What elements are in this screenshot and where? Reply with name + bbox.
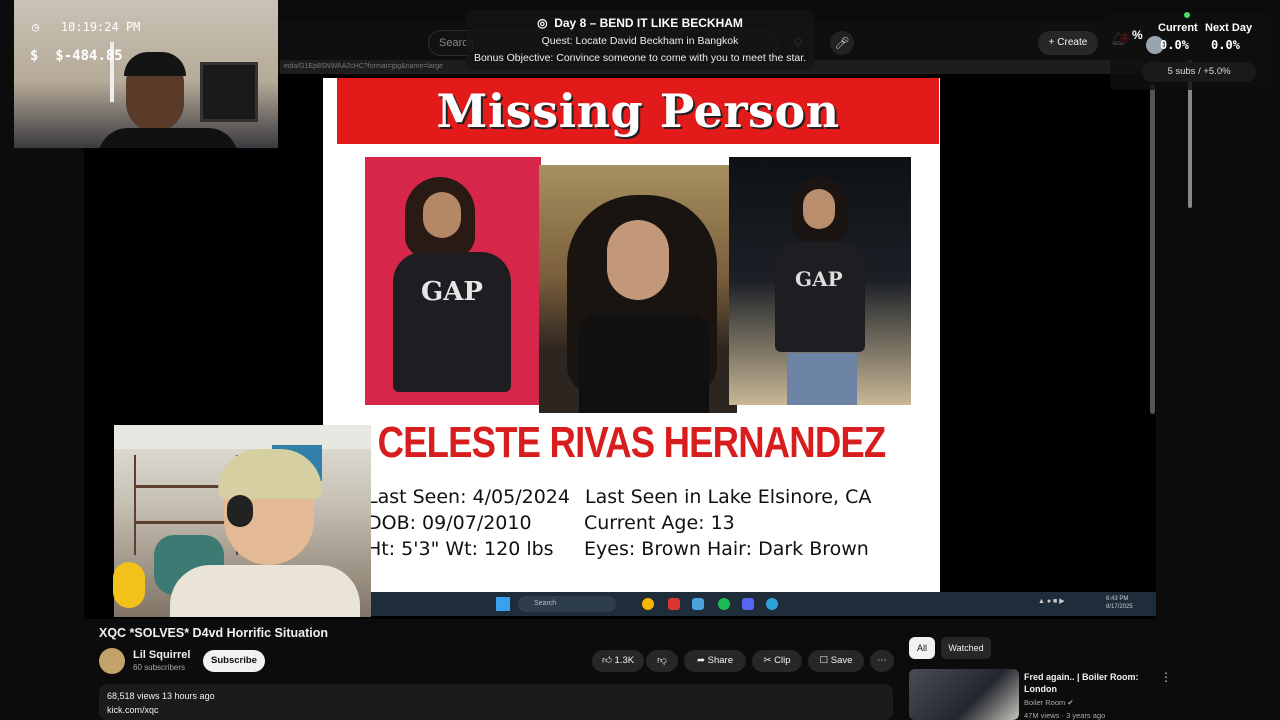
- video-scrollbar[interactable]: [1150, 84, 1155, 414]
- current-value: 0.0%: [1160, 38, 1189, 52]
- dislike-button[interactable]: 👎︎: [646, 650, 678, 672]
- video-title: XQC *SOLVES* D4vd Horrific Situation: [99, 626, 328, 640]
- recommended-meta: 47M views · 3 years ago: [1024, 711, 1106, 720]
- streamer-shirt: [98, 128, 238, 148]
- poster-name: CELESTE RIVAS HERNANDEZ: [377, 418, 887, 467]
- clip-button[interactable]: ✂ Clip: [752, 650, 802, 672]
- channel-subscribers: 60 subscribers: [133, 663, 186, 672]
- next-day-value: 0.0%: [1211, 38, 1240, 52]
- quest-overlay: ◎ Day 8 – BEND IT LIKE BECKHAM Quest: Lo…: [466, 10, 814, 70]
- poster-current-age: Current Age: 13: [584, 512, 735, 534]
- spotify-icon: [718, 598, 730, 610]
- microphone-icon[interactable]: 🎤︎: [830, 31, 854, 55]
- share-icon: ➦: [697, 655, 708, 666]
- wall-frame: [200, 62, 258, 122]
- clock-readout: ◷ 10:19:24 PM: [32, 20, 140, 34]
- windows-taskbar: Search ▲ ● ■ ▶ 6:43 PM 8/17/2025: [370, 592, 1156, 616]
- kebab-menu-icon[interactable]: ⋮: [1160, 670, 1172, 684]
- reactor-webcam: [114, 425, 371, 617]
- app-icon: [668, 598, 680, 610]
- thumbs-down-icon: 👎︎: [657, 655, 667, 666]
- view-count: 68,518 views 13 hours ago: [107, 691, 215, 701]
- create-button[interactable]: + Create: [1038, 31, 1098, 55]
- poster-dob: DOB: 09/07/2010: [367, 512, 532, 534]
- target-icon: ◎: [537, 16, 548, 30]
- money-readout: $ $-484.85: [30, 48, 123, 64]
- share-button[interactable]: ➦ Share: [684, 650, 746, 672]
- like-count: 1.3K: [614, 655, 635, 666]
- quest-title: ◎ Day 8 – BEND IT LIKE BECKHAM: [466, 16, 814, 30]
- clip-label: Clip: [774, 655, 791, 666]
- recommended-thumbnail[interactable]: [909, 669, 1019, 720]
- money-value: $-484.85: [55, 48, 123, 64]
- discord-icon: [742, 598, 754, 610]
- poster-title: Missing Person: [436, 84, 840, 138]
- steam-icon: [692, 598, 704, 610]
- bonus-objective: Bonus Objective: Convince someone to com…: [473, 52, 807, 64]
- clock-time: 10:19:24 PM: [60, 20, 141, 34]
- more-icon: ⋯: [877, 655, 887, 666]
- clock-icon: ◷: [32, 20, 40, 34]
- verified-icon: ✔: [1067, 698, 1074, 707]
- save-button[interactable]: ☐ Save: [808, 650, 864, 672]
- ceiling: [114, 425, 371, 449]
- chip-watched[interactable]: Watched: [941, 637, 991, 659]
- scissors-icon: ✂: [763, 655, 775, 666]
- percent-icon: %: [1132, 28, 1143, 42]
- browser-icon: [766, 598, 778, 610]
- plus-icon: +: [1048, 37, 1058, 48]
- streamer-hair: [124, 52, 186, 76]
- dollar-icon: $: [30, 48, 39, 64]
- more-actions-button[interactable]: ⋯: [870, 650, 894, 672]
- windows-start-icon: [496, 597, 510, 611]
- subs-readout: 5 subs / +5.0%: [1142, 62, 1256, 82]
- bookmark-icon: ☐: [819, 655, 831, 666]
- description-link[interactable]: kick.com/xqc: [107, 705, 159, 715]
- poster-eyes-hair: Eyes: Brown Hair: Dark Brown: [584, 538, 869, 560]
- poster-photo-1: GAP: [365, 157, 541, 405]
- chrome-icon: [642, 598, 654, 610]
- tray-icons: ▲ ● ■ ▶: [1038, 598, 1065, 605]
- tray-clock: 6:43 PM 8/17/2025: [1106, 596, 1133, 610]
- channel-name[interactable]: Lil Squirrel: [133, 649, 190, 661]
- quest-objective: Quest: Locate David Beckham in Bangkok: [541, 35, 739, 47]
- headphones-icon: [227, 495, 253, 527]
- channel-avatar[interactable]: [99, 648, 125, 674]
- like-button[interactable]: 👍︎ 1.3K: [592, 650, 644, 672]
- poster-height-weight: Ht: 5'3" Wt: 120 lbs: [367, 538, 554, 560]
- chip-all[interactable]: All: [909, 637, 935, 659]
- reactor-shirt: [170, 565, 360, 617]
- recommended-channel[interactable]: Boiler Room ✔: [1024, 698, 1074, 707]
- next-day-label: Next Day: [1205, 22, 1253, 34]
- subscribe-button[interactable]: Subscribe: [203, 650, 265, 672]
- taskbar-search: Search: [518, 596, 616, 612]
- save-label: Save: [830, 655, 853, 666]
- poster-photo-3: GAP: [729, 157, 911, 405]
- poster-banner: Missing Person: [337, 78, 939, 144]
- share-label: Share: [707, 655, 733, 666]
- missing-person-poster: Missing Person GAP GAP CELESTE RIVAS HER…: [323, 78, 940, 592]
- recommended-channel-name: Boiler Room: [1024, 698, 1066, 707]
- thumbs-up-icon: 👍︎: [601, 655, 615, 666]
- shelf-board-2: [134, 521, 236, 524]
- create-label: Create: [1057, 37, 1088, 48]
- live-dot: [1184, 12, 1190, 18]
- emoji-sticker: [113, 562, 145, 608]
- poster-last-seen: Last Seen: 4/05/2024: [367, 486, 570, 508]
- quest-title-text: Day 8 – BEND IT LIKE BECKHAM: [554, 16, 743, 30]
- poster-last-seen-in: Last Seen in Lake Elsinore, CA: [585, 486, 872, 508]
- recommended-title[interactable]: Fred again.. | Boiler Room: London: [1024, 671, 1154, 695]
- poster-photo-2: [539, 165, 737, 413]
- current-label: Current: [1158, 22, 1198, 34]
- description-box[interactable]: [99, 684, 893, 720]
